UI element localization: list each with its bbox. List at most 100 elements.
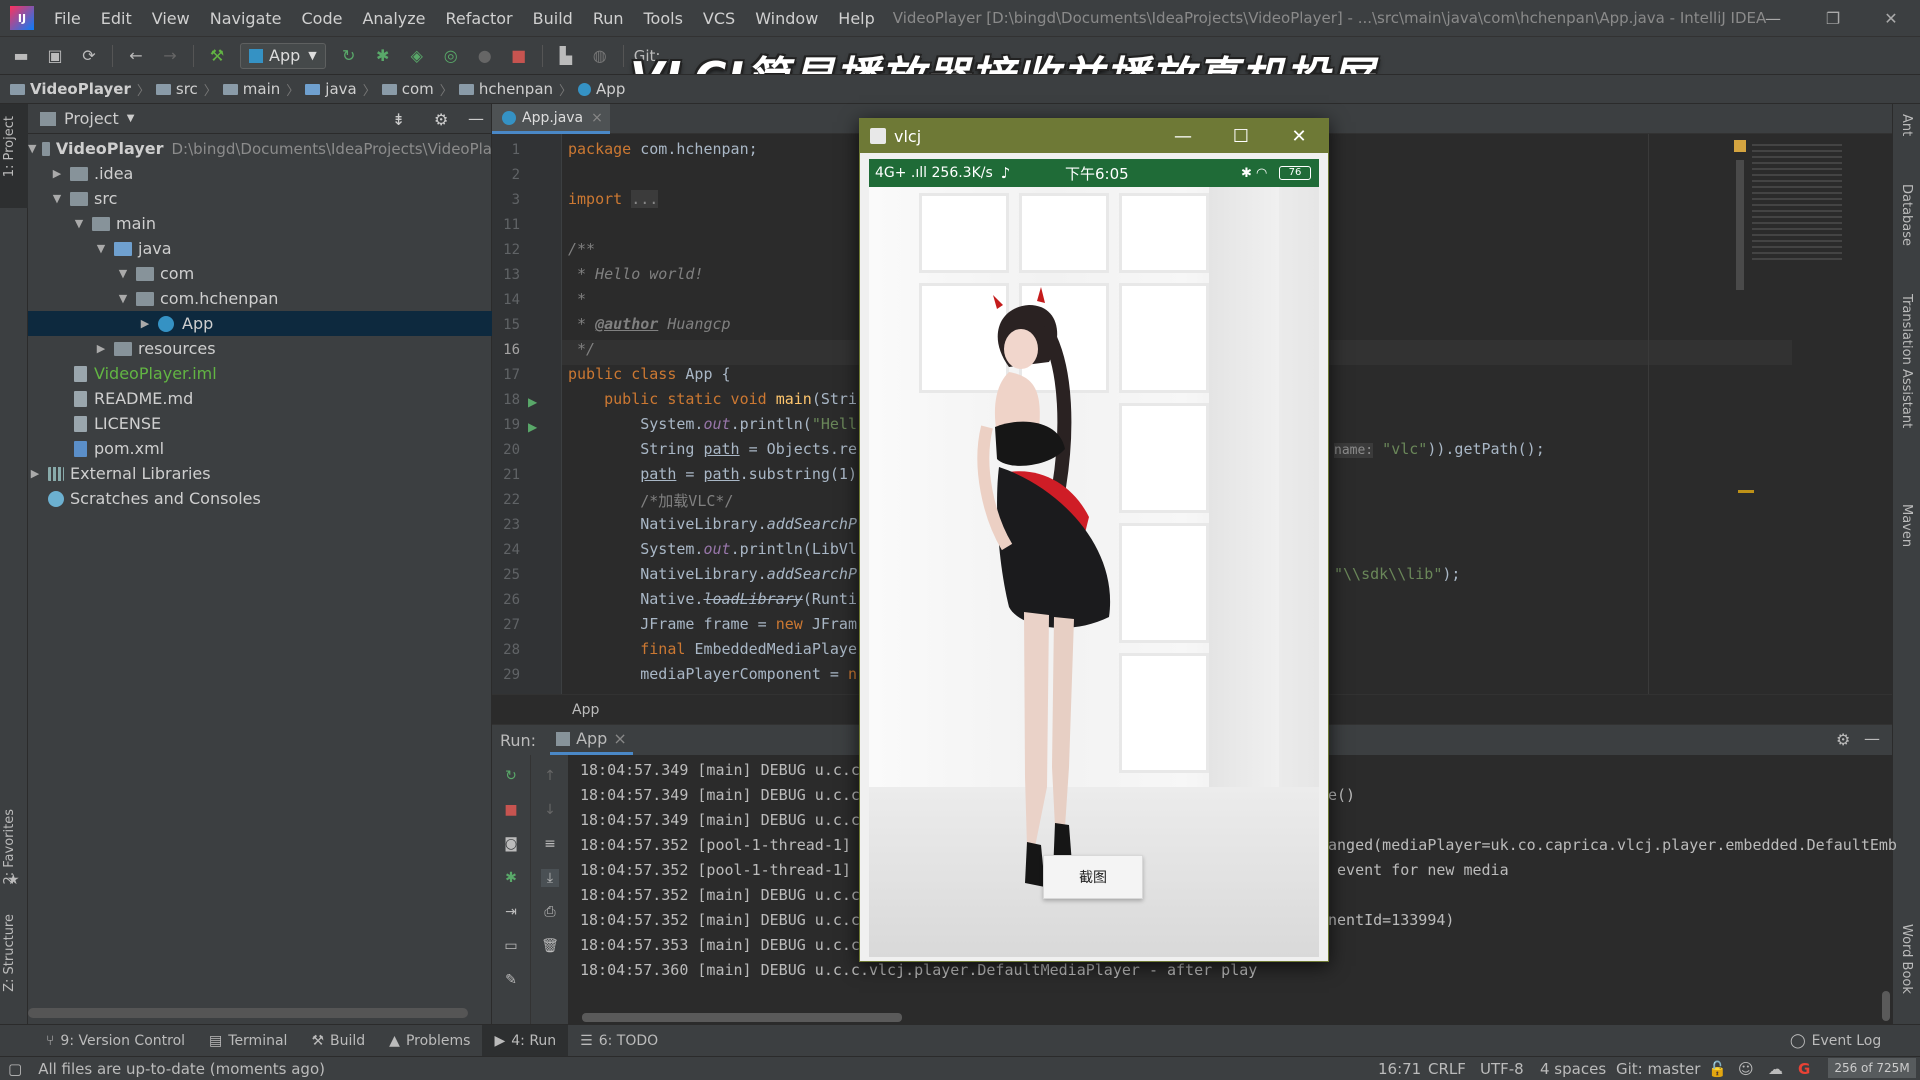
camera-icon[interactable]: ◙	[502, 835, 520, 853]
debug-bug-icon[interactable]: ✱	[372, 45, 394, 67]
tool-tab-terminal[interactable]: ▤ Terminal	[197, 1025, 299, 1057]
hide-panel-icon[interactable]: —	[468, 109, 484, 128]
tree-item-java[interactable]: ▼ java	[28, 236, 492, 261]
breadcrumb-hchenpan[interactable]: hchenpan 〉	[458, 80, 572, 99]
menu-tools[interactable]: Tools	[634, 9, 693, 28]
menu-analyze[interactable]: Analyze	[352, 9, 435, 28]
tool-tab-project[interactable]: 1: Project	[2, 116, 17, 177]
close-icon[interactable]: ✕	[1862, 0, 1920, 36]
run-gutter-icon[interactable]: ▶	[528, 420, 537, 434]
profile-icon[interactable]: ◎	[440, 45, 462, 67]
collapse-all-icon[interactable]: ⇟	[392, 110, 405, 129]
tree-item-idea[interactable]: ▶ .idea	[28, 161, 492, 186]
tree-item-videoplayer[interactable]: ▼ VideoPlayer D:\bingd\Documents\IdeaProje…	[28, 136, 492, 161]
horizontal-scrollbar[interactable]	[582, 1013, 902, 1022]
vlcj-titlebar[interactable]: vlcj — ☐ ✕	[860, 119, 1328, 153]
trash-icon[interactable]: 🗑	[541, 937, 559, 955]
breadcrumb-src[interactable]: src 〉	[155, 80, 217, 99]
menu-file[interactable]: File	[44, 9, 91, 28]
rerun-icon[interactable]: ↻	[502, 767, 520, 785]
cloud-icon[interactable]: ☁	[1768, 1060, 1783, 1078]
pin-icon[interactable]: ✎	[502, 971, 520, 989]
print-icon[interactable]: ⎙	[541, 903, 559, 921]
file-encoding[interactable]: UTF-8	[1480, 1060, 1524, 1078]
menu-view[interactable]: View	[142, 9, 200, 28]
up-arrow-icon[interactable]: ↑	[541, 767, 559, 785]
exit-icon[interactable]: ⇥	[502, 903, 520, 921]
menu-refactor[interactable]: Refactor	[436, 9, 523, 28]
menu-build[interactable]: Build	[523, 9, 583, 28]
breadcrumb-videoplayer[interactable]: VideoPlayer 〉	[10, 80, 150, 99]
run-tab-app[interactable]: App ×	[550, 725, 633, 755]
tree-item-main[interactable]: ▼ main	[28, 211, 492, 236]
tree-item-com-hchenpan[interactable]: ▼ com.hchenpan	[28, 286, 492, 311]
menu-edit[interactable]: Edit	[91, 9, 142, 28]
chevron-down-icon[interactable]: ▼	[127, 113, 135, 124]
editor-tab-app-java[interactable]: App.java ×	[492, 104, 610, 134]
phone-screen-mirror[interactable]: 4G+ .ıll 256.3K/s ♪ 下午6:05 ✱ ◠ 76 截图	[869, 159, 1319, 957]
stop-icon[interactable]: ■	[502, 801, 520, 819]
layout-icon[interactable]: ▭	[502, 937, 520, 955]
tool-tab-ant[interactable]: Ant	[1899, 114, 1914, 136]
restore-icon[interactable]: ❐	[1804, 0, 1862, 36]
hide-panel-icon[interactable]: —	[1864, 729, 1880, 748]
warning-marker[interactable]	[1738, 490, 1754, 493]
tool-tab-build[interactable]: ⚒ Build	[299, 1025, 377, 1057]
minimize-icon[interactable]: —	[1154, 119, 1212, 153]
tool-tab-structure[interactable]: Z: Structure	[2, 914, 17, 992]
tree-item-readme[interactable]: README.md	[28, 386, 492, 411]
tree-item-iml[interactable]: VideoPlayer.iml	[28, 361, 492, 386]
memory-indicator[interactable]: 256 of 725M	[1828, 1058, 1916, 1078]
breadcrumb-com[interactable]: com 〉	[381, 80, 453, 99]
sdk-icon[interactable]: ◍	[589, 45, 611, 67]
caret-position[interactable]: 16:71	[1378, 1060, 1421, 1078]
tool-tab-translation[interactable]: Translation Assistant	[1899, 294, 1914, 428]
vertical-scrollbar[interactable]	[1882, 991, 1890, 1021]
event-log-button[interactable]: ◯ Event Log	[1778, 1025, 1893, 1057]
menu-code[interactable]: Code	[292, 9, 353, 28]
indent-setting[interactable]: 4 spaces	[1540, 1060, 1606, 1078]
tool-tab-maven[interactable]: Maven	[1899, 504, 1914, 547]
tool-tab-wordbook[interactable]: Word Book	[1899, 924, 1914, 994]
run-config-select[interactable]: App ▼	[240, 42, 326, 69]
coverage-icon[interactable]: ◈	[406, 45, 428, 67]
menu-window[interactable]: Window	[745, 9, 828, 28]
gear-icon[interactable]: ⚙	[434, 110, 448, 129]
run-gutter-icon[interactable]: ▶	[528, 395, 537, 409]
editor-breadcrumb-item[interactable]: App	[572, 702, 599, 718]
folded-imports[interactable]: ...	[631, 190, 659, 208]
inspector-icon[interactable]: ☺	[1738, 1060, 1754, 1078]
menu-run[interactable]: Run	[583, 9, 634, 28]
tree-item-scratches[interactable]: Scratches and Consoles	[28, 486, 492, 511]
scroll-to-end-icon[interactable]: ⤓	[541, 869, 559, 887]
tool-tab-todo[interactable]: ☰ 6: TODO	[568, 1025, 670, 1057]
horizontal-scrollbar[interactable]	[28, 1008, 468, 1018]
tree-item-src[interactable]: ▼ src	[28, 186, 492, 211]
project-view-label[interactable]: Project	[64, 109, 119, 128]
tree-item-external-libraries[interactable]: ▶ External Libraries	[28, 461, 492, 486]
open-folder-icon[interactable]: ▬	[10, 45, 32, 67]
sync-icon[interactable]: ⟳	[78, 45, 100, 67]
tree-item-app[interactable]: ▶ App	[28, 311, 492, 336]
tree-item-pom[interactable]: pom.xml	[28, 436, 492, 461]
down-arrow-icon[interactable]: ↓	[541, 801, 559, 819]
tree-item-license[interactable]: LICENSE	[28, 411, 492, 436]
git-branch[interactable]: Git: master	[1616, 1060, 1700, 1078]
breadcrumb-main[interactable]: main 〉	[222, 80, 299, 99]
maximize-icon[interactable]: ☐	[1212, 119, 1270, 153]
build-hammer-icon[interactable]: ⚒	[206, 45, 228, 67]
minimize-icon[interactable]: —	[1744, 0, 1802, 36]
line-separator[interactable]: CRLF	[1428, 1060, 1466, 1078]
close-icon[interactable]: ✕	[1270, 119, 1328, 153]
google-icon[interactable]: G	[1798, 1060, 1810, 1078]
attach-icon[interactable]: ●	[474, 45, 496, 67]
soft-wrap-icon[interactable]: ≡	[541, 835, 559, 853]
menu-vcs[interactable]: VCS	[693, 9, 745, 28]
save-icon[interactable]: ▣	[44, 45, 66, 67]
tree-item-com[interactable]: ▼ com	[28, 261, 492, 286]
breadcrumb-app[interactable]: App	[578, 80, 625, 98]
breadcrumb-java[interactable]: java 〉	[305, 80, 376, 99]
menu-help[interactable]: Help	[828, 9, 884, 28]
tool-tab-problems[interactable]: ▲ Problems	[377, 1025, 482, 1057]
back-icon[interactable]: ←	[125, 45, 147, 67]
